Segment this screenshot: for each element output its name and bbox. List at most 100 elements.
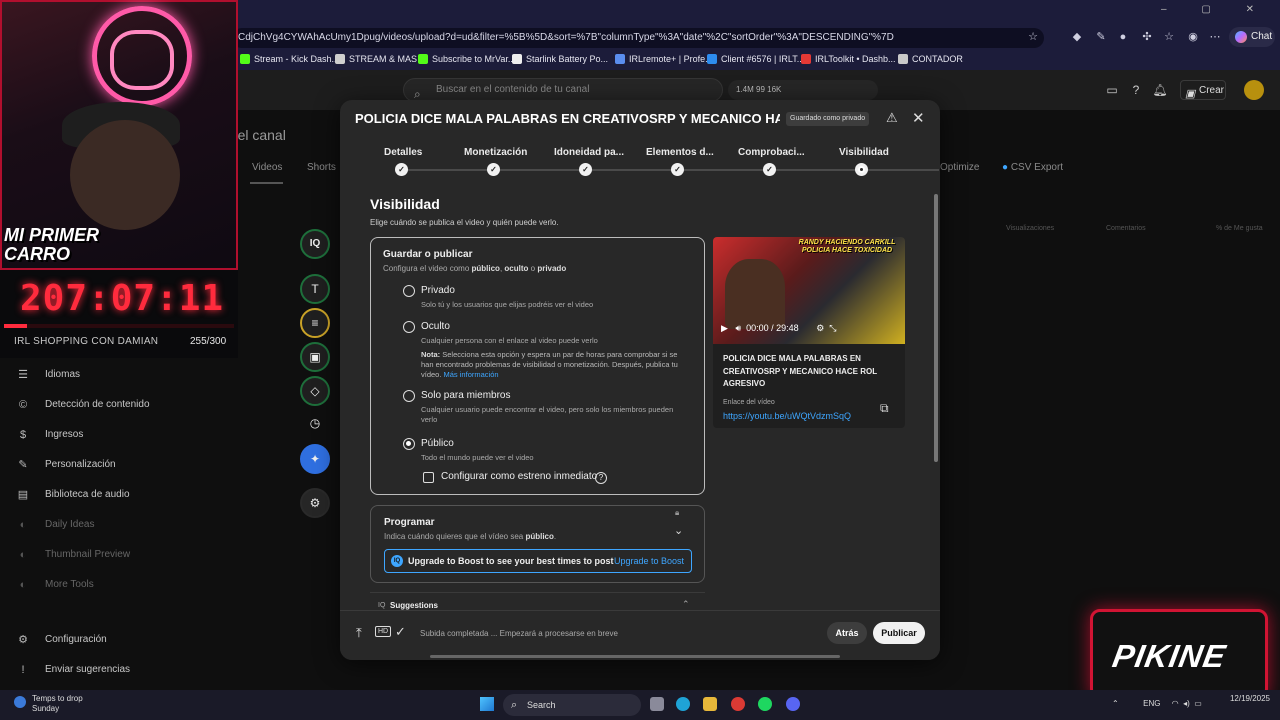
menu-icon[interactable]: ⋯ bbox=[1208, 30, 1222, 44]
address-bar[interactable]: CdjChVg4CYWAhAcUmy1Dpug/videos/upload?d=… bbox=[232, 28, 1044, 48]
chevron-up-icon[interactable]: ⌃ bbox=[682, 599, 690, 610]
bookmark-item[interactable]: Starlink Battery Po... bbox=[512, 53, 608, 65]
channel-search-input[interactable]: ⌕ Buscar en el contenido de tu canal bbox=[403, 78, 723, 102]
history-button[interactable]: ◷ bbox=[300, 410, 330, 440]
csv-export-button[interactable]: ● CSV Export bbox=[1002, 162, 1063, 173]
sidebar-item[interactable]: ◐ Thumbnail Preview bbox=[16, 548, 130, 562]
description-tool-button[interactable]: ≡ bbox=[300, 308, 330, 338]
sidebar-item[interactable]: $ Ingresos bbox=[16, 428, 83, 442]
extensions-icon[interactable]: ✣ bbox=[1140, 30, 1154, 44]
star-icon[interactable]: ☆ bbox=[1026, 30, 1040, 44]
option-public-label[interactable]: Público bbox=[421, 438, 454, 449]
bookmark-item[interactable]: Subscribe to MrVar... bbox=[418, 53, 515, 65]
title-tool-button[interactable]: T bbox=[300, 274, 330, 304]
extension-icon[interactable]: ✎ bbox=[1094, 30, 1108, 44]
task-view-icon[interactable] bbox=[650, 697, 664, 711]
battery-icon[interactable]: ▭ bbox=[1194, 699, 1202, 708]
close-icon[interactable]: ✕ bbox=[912, 109, 925, 127]
extension-icon[interactable]: ◆ bbox=[1070, 30, 1084, 44]
taskbar-clock[interactable]: 12/19/2025 bbox=[1210, 694, 1270, 704]
ai-button[interactable]: ✦ bbox=[300, 444, 330, 474]
wifi-icon[interactable]: ◠ bbox=[1172, 699, 1179, 708]
language-indicator[interactable]: ENG bbox=[1143, 699, 1160, 708]
help-icon[interactable]: ? bbox=[595, 472, 607, 484]
volume-icon[interactable]: 🔊︎ bbox=[735, 323, 741, 333]
learn-more-link[interactable]: Más información bbox=[444, 370, 499, 379]
window-controls[interactable]: – ▢ ✕ bbox=[1161, 4, 1270, 15]
comments-icon[interactable]: ▭ bbox=[1104, 82, 1120, 98]
sidebar-item[interactable]: ◐ More Tools bbox=[16, 578, 94, 592]
sidebar-item[interactable]: ✎ Personalización bbox=[16, 458, 115, 472]
bookmark-item[interactable]: STREAM & MAS bbox=[335, 53, 417, 65]
copilot-chat-button[interactable]: Chat bbox=[1229, 27, 1275, 47]
radio-unlisted[interactable] bbox=[403, 321, 415, 333]
extension-icon[interactable]: ● bbox=[1116, 30, 1130, 44]
windows-start-icon[interactable] bbox=[480, 697, 494, 711]
step-details[interactable]: Detalles bbox=[384, 147, 422, 158]
option-unlisted-label[interactable]: Oculto bbox=[421, 321, 450, 332]
sidebar-item[interactable]: ◐ Daily Ideas bbox=[16, 518, 95, 532]
tab-shorts[interactable]: Shorts bbox=[307, 162, 336, 173]
vidiq-button[interactable]: IQ bbox=[300, 229, 330, 259]
taskbar-search[interactable]: ⌕ Search bbox=[503, 694, 641, 716]
dialog-horizontal-scrollbar[interactable] bbox=[430, 655, 840, 658]
suggestions-section[interactable]: IQ Suggestions ⌃ bbox=[370, 592, 705, 612]
thumbnail-tool-button[interactable]: ▣ bbox=[300, 342, 330, 372]
step-suitability[interactable]: Idoneidad pa... bbox=[554, 147, 624, 158]
obs-icon[interactable] bbox=[731, 697, 745, 711]
sidebar-item[interactable]: ⚙ Configuración bbox=[16, 633, 107, 647]
bookmark-item[interactable]: IRLremote+ | Profe... bbox=[615, 53, 713, 65]
chevron-down-icon[interactable]: ⌄ bbox=[674, 524, 683, 537]
premiere-label[interactable]: Configurar como estreno inmediato bbox=[441, 471, 597, 482]
chevron-up-icon[interactable]: ⌃ bbox=[1112, 699, 1119, 708]
tab-videos[interactable]: Videos bbox=[252, 162, 282, 173]
system-tray[interactable]: ⌃ ENG ◠ ◂) ▭ bbox=[1112, 699, 1202, 708]
spotify-icon[interactable] bbox=[758, 697, 772, 711]
video-link[interactable]: https://youtu.be/uWQtVdzmSqQ bbox=[723, 411, 851, 421]
play-icon[interactable]: ▶ bbox=[721, 323, 728, 333]
radio-members[interactable] bbox=[403, 390, 415, 402]
option-private-label[interactable]: Privado bbox=[421, 285, 455, 296]
vidiq-stats-pill[interactable]: 1.4M 99 16K bbox=[728, 80, 878, 100]
radio-public[interactable] bbox=[403, 438, 415, 450]
feedback-icon[interactable]: ⚠︎ bbox=[886, 110, 898, 126]
bookmark-item[interactable]: IRLToolkit • Dashb... bbox=[801, 53, 896, 65]
notifications-icon[interactable]: 🔔︎ bbox=[1152, 82, 1168, 98]
sidebar-item[interactable]: ▤ Biblioteca de audio bbox=[16, 488, 130, 502]
upgrade-boost-link[interactable]: Upgrade to Boost bbox=[614, 556, 684, 566]
create-button[interactable]: ▣ Crear bbox=[1180, 80, 1226, 100]
player-settings-icon[interactable]: ⚙ bbox=[816, 323, 824, 333]
premiere-checkbox[interactable] bbox=[423, 472, 434, 483]
account-avatar[interactable] bbox=[1244, 80, 1264, 100]
step-monetization[interactable]: Monetización bbox=[464, 147, 527, 158]
discord-icon[interactable] bbox=[786, 697, 800, 711]
favorites-icon[interactable]: ☆ bbox=[1162, 30, 1176, 44]
fullscreen-icon[interactable]: ⤡ bbox=[829, 323, 836, 333]
back-button[interactable]: Atrás bbox=[827, 622, 867, 644]
step-checks[interactable]: Comprobaci... bbox=[738, 147, 805, 158]
file-explorer-icon[interactable] bbox=[703, 697, 717, 711]
weather-widget[interactable]: Temps to drop Sunday bbox=[14, 694, 83, 714]
create-label: Crear bbox=[1199, 85, 1225, 96]
publish-button[interactable]: Publicar bbox=[873, 622, 925, 644]
rail-settings-button[interactable]: ⚙ bbox=[300, 488, 330, 518]
step-visibility[interactable]: Visibilidad bbox=[839, 147, 889, 158]
sidebar-item[interactable]: © Detección de contenido bbox=[16, 398, 150, 412]
bookmark-item[interactable]: Client #6576 | IRLT... bbox=[707, 53, 804, 65]
help-icon[interactable]: ? bbox=[1128, 82, 1144, 98]
sidebar-item[interactable]: ! Enviar sugerencias bbox=[16, 663, 130, 677]
bookmark-item[interactable]: Stream - Kick Dash... bbox=[240, 53, 339, 65]
copy-icon[interactable]: ⧉ bbox=[880, 401, 889, 416]
optimize-button[interactable]: Optimize bbox=[940, 162, 979, 173]
profile-icon[interactable]: ◉ bbox=[1186, 30, 1200, 44]
tags-tool-button[interactable]: ◇ bbox=[300, 376, 330, 406]
radio-private[interactable] bbox=[403, 285, 415, 297]
step-elements[interactable]: Elementos d... bbox=[646, 147, 714, 158]
sidebar-item[interactable]: ☰ Idiomas bbox=[16, 368, 80, 382]
volume-icon[interactable]: ◂) bbox=[1183, 699, 1190, 708]
bookmark-item[interactable]: CONTADOR bbox=[898, 53, 963, 65]
edge-icon[interactable] bbox=[676, 697, 690, 711]
dialog-scrollbar[interactable] bbox=[934, 194, 938, 462]
option-members-label[interactable]: Solo para miembros bbox=[421, 390, 510, 401]
schedule-card[interactable]: Programar Indica cuándo quieres que el v… bbox=[370, 505, 705, 583]
